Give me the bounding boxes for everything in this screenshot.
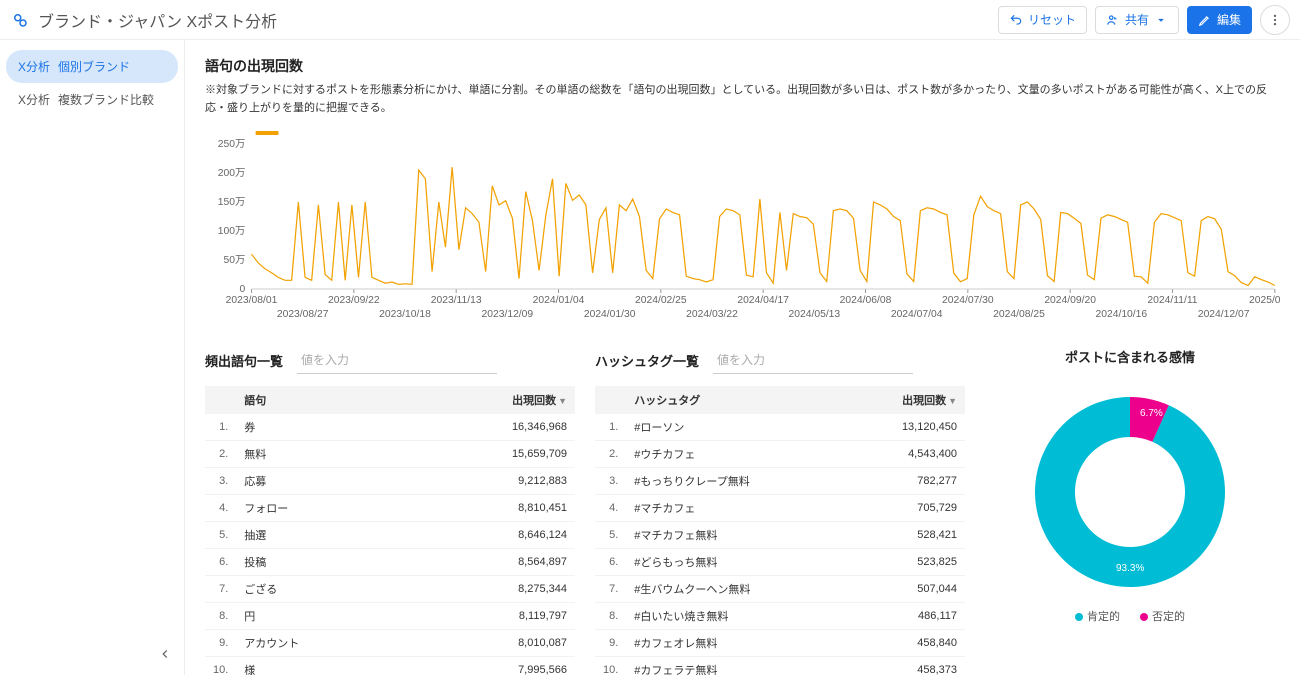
table-row[interactable]: 3.応募9,212,883 [205,468,575,495]
table-row[interactable]: 3.#もっちりクレープ無料782,277 [595,468,965,495]
table-row[interactable]: 4.フォロー8,810,451 [205,495,575,522]
sentiment-title: ポストに含まれる感情 [1065,347,1195,366]
caret-down-icon [1154,13,1168,27]
pencil-icon [1198,13,1212,27]
sentiment-donut-chart[interactable]: 6.7% 93.3% [1020,382,1240,602]
legend-negative[interactable]: 否定的 [1140,608,1185,624]
share-button[interactable]: 共有 [1095,6,1179,34]
table-row[interactable]: 1.#ローソン13,120,450 [595,414,965,441]
wordcount-line-chart[interactable]: 0 50万 100万 150万 200万 250万 2023/08/01 2023/09/22… [205,129,1280,329]
svg-text:200万: 200万 [218,168,246,179]
sidebar-item-label: 複数ブランド比較 [58,91,154,108]
svg-text:2023/11/13: 2023/11/13 [431,295,482,306]
chevron-left-icon [158,647,172,661]
table-row[interactable]: 9.アカウント8,010,087 [205,630,575,657]
table-row[interactable]: 1.券16,346,968 [205,414,575,441]
table-row[interactable]: 10.#カフェラテ無料458,373 [595,657,965,675]
reset-label: リセット [1028,11,1076,28]
table-row[interactable]: 2.#ウチカフェ4,543,400 [595,441,965,468]
hashtag-table-filter-input[interactable] [713,347,913,374]
table-row[interactable]: 7.ござる8,275,344 [205,576,575,603]
svg-text:2024/07/30: 2024/07/30 [942,295,994,306]
svg-text:250万: 250万 [218,139,246,150]
svg-text:2023/08/27: 2023/08/27 [277,309,329,320]
sentiment-panel: ポストに含まれる感情 6.7% 93.3% 肯定的 否定的 [985,347,1275,675]
table-row[interactable]: 8.円8,119,797 [205,603,575,630]
sentiment-legend: 肯定的 否定的 [1075,608,1185,624]
word-table-title: 頻出語句一覧 [205,351,283,370]
table-row[interactable]: 8.#白いたい焼き無料486,117 [595,603,965,630]
more-vert-icon [1268,13,1282,27]
table-row[interactable]: 5.#マチカフェ無料528,421 [595,522,965,549]
svg-text:2024/04/17: 2024/04/17 [737,295,789,306]
svg-text:2024/02/25: 2024/02/25 [635,295,687,306]
undo-icon [1009,13,1023,27]
sidebar-item-0[interactable]: X分析個別ブランド [6,50,178,83]
svg-text:150万: 150万 [218,197,246,208]
content-area[interactable]: 語句の出現回数 ※対象ブランドに対するポストを形態素分析にかけ、単語に分割。その… [185,40,1300,675]
sidebar-item-prefix: X分析 [18,58,50,75]
svg-text:50万: 50万 [224,255,246,266]
page-title: ブランド・ジャパン Xポスト分析 [38,8,277,32]
svg-text:0: 0 [240,284,246,295]
svg-text:2024/06/08: 2024/06/08 [840,295,892,306]
top-bar: ブランド・ジャパン Xポスト分析 リセット 共有 編集 [0,0,1300,40]
svg-text:2025/01/02: 2025/01/02 [1249,295,1280,306]
word-table-panel: 頻出語句一覧 語句 出現回数▼ 1.券16,346,9682.無料15,659,… [205,347,575,675]
sentiment-negative-pct: 6.7% [1140,408,1163,419]
svg-text:2024/08/25: 2024/08/25 [993,309,1045,320]
hashtag-table-title: ハッシュタグ一覧 [595,351,699,370]
legend-positive[interactable]: 肯定的 [1075,608,1120,624]
svg-text:100万: 100万 [218,226,246,237]
svg-text:2024/05/13: 2024/05/13 [788,309,840,320]
hashtag-table-col-word[interactable]: ハッシュタグ [626,386,846,414]
table-row[interactable]: 6.#どらもっち無料523,825 [595,549,965,576]
hashtag-table-panel: ハッシュタグ一覧 ハッシュタグ 出現回数▼ 1.#ローソン13,120,4502… [595,347,965,675]
sidebar-collapse-button[interactable] [154,643,176,665]
sentiment-positive-pct: 93.3% [1116,563,1144,574]
word-table-col-word[interactable]: 語句 [236,386,405,414]
edit-button[interactable]: 編集 [1187,6,1252,34]
edit-label: 編集 [1217,11,1241,28]
svg-text:2023/08/01: 2023/08/01 [226,295,278,306]
share-label: 共有 [1125,11,1149,28]
table-row[interactable]: 5.抽選8,646,124 [205,522,575,549]
word-table-col-count[interactable]: 出現回数▼ [406,386,575,414]
hashtag-table: ハッシュタグ 出現回数▼ 1.#ローソン13,120,4502.#ウチカフェ4,… [595,386,965,675]
reset-button[interactable]: リセット [998,6,1087,34]
table-row[interactable]: 4.#マチカフェ705,729 [595,495,965,522]
svg-text:2024/12/07: 2024/12/07 [1198,309,1250,320]
sidebar: X分析個別ブランドX分析複数ブランド比較 [0,40,185,675]
svg-text:2024/07/04: 2024/07/04 [891,309,943,320]
svg-text:2024/01/30: 2024/01/30 [584,309,636,320]
word-table-filter-input[interactable] [297,347,497,374]
table-row[interactable]: 2.無料15,659,709 [205,441,575,468]
sidebar-item-1[interactable]: X分析複数ブランド比較 [6,83,178,116]
word-table: 語句 出現回数▼ 1.券16,346,9682.無料15,659,7093.応募… [205,386,575,675]
share-icon [1106,13,1120,27]
table-row[interactable]: 6.投稿8,564,897 [205,549,575,576]
svg-text:2023/09/22: 2023/09/22 [328,295,380,306]
svg-text:2024/10/16: 2024/10/16 [1095,309,1147,320]
wordcount-note: ※対象ブランドに対するポストを形態素分析にかけ、単語に分割。その単語の総数を「語… [205,82,1280,117]
svg-text:2023/12/09: 2023/12/09 [482,309,534,320]
svg-text:2023/10/18: 2023/10/18 [379,309,431,320]
svg-text:2024/03/22: 2024/03/22 [686,309,738,320]
table-row[interactable]: 9.#カフェオレ無料458,840 [595,630,965,657]
more-menu-button[interactable] [1260,5,1290,35]
sidebar-item-prefix: X分析 [18,91,50,108]
table-row[interactable]: 10.様7,995,566 [205,657,575,675]
app-logo-icon [10,10,30,30]
wordcount-title: 語句の出現回数 [205,56,1280,76]
svg-text:2024/11/11: 2024/11/11 [1147,295,1197,306]
svg-text:2024/01/04: 2024/01/04 [533,295,585,306]
hashtag-table-col-count[interactable]: 出現回数▼ [847,386,965,414]
svg-text:2024/09/20: 2024/09/20 [1044,295,1096,306]
sidebar-item-label: 個別ブランド [58,58,130,75]
table-row[interactable]: 7.#生バウムクーヘン無料507,044 [595,576,965,603]
